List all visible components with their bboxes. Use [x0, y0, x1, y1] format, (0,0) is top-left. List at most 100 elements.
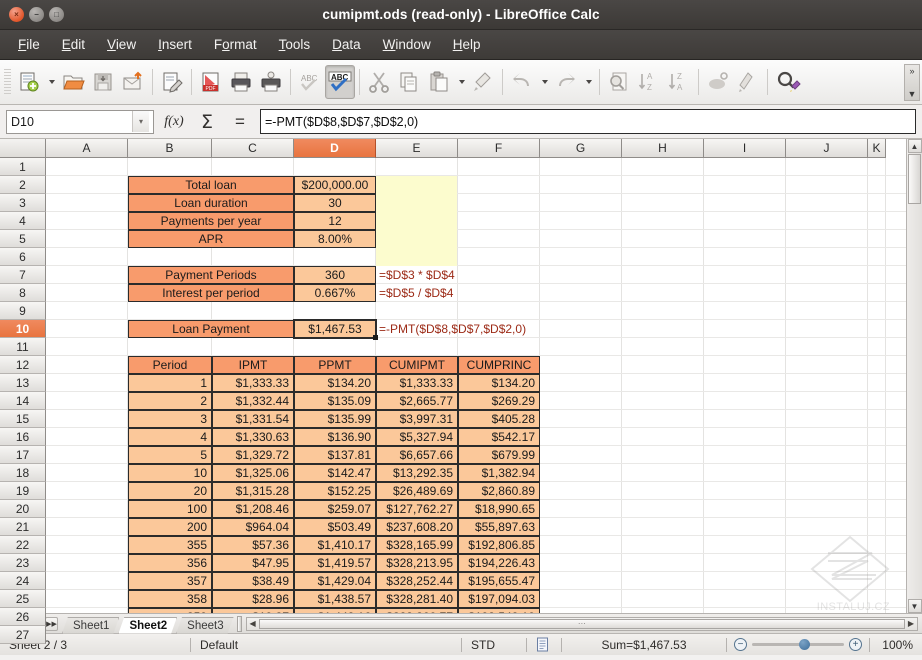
table-cell-r22-C[interactable]: $57.36 [212, 536, 294, 554]
row-header-11[interactable]: 11 [0, 338, 46, 356]
column-header-j[interactable]: J [786, 139, 868, 158]
cut-icon[interactable] [364, 65, 394, 99]
table-header-ppmt[interactable]: PPMT [294, 356, 376, 374]
cell-label-payment-0[interactable]: Loan Payment [128, 320, 294, 338]
table-cell-r13-F[interactable]: $134.20 [458, 374, 540, 392]
zoom-knob[interactable] [799, 639, 810, 650]
table-cell-r16-C[interactable]: $1,330.63 [212, 428, 294, 446]
cell-label-derived-0[interactable]: Payment Periods [128, 266, 294, 284]
table-cell-r19-B[interactable]: 20 [128, 482, 212, 500]
undo-dropdown[interactable] [537, 65, 551, 99]
table-cell-r19-D[interactable]: $152.25 [294, 482, 376, 500]
table-header-ipmt[interactable]: IPMT [212, 356, 294, 374]
horizontal-scrollbar[interactable]: ◀ ⋯ ▶ [245, 616, 918, 631]
table-cell-r26-E[interactable]: $328,300.77 [376, 608, 458, 613]
table-cell-r15-E[interactable]: $3,997.31 [376, 410, 458, 428]
table-cell-r20-D[interactable]: $259.07 [294, 500, 376, 518]
export-pdf-icon[interactable]: PDF [196, 65, 226, 99]
select-all-corner[interactable] [0, 139, 46, 158]
row-header-9[interactable]: 9 [0, 302, 46, 320]
sheet-tab-sheet1[interactable]: Sheet1 [62, 617, 119, 634]
table-cell-r22-E[interactable]: $328,165.99 [376, 536, 458, 554]
vertical-scroll-thumb[interactable] [908, 154, 921, 204]
table-cell-r21-D[interactable]: $503.49 [294, 518, 376, 536]
cell-label-param-0[interactable]: Total loan [128, 176, 294, 194]
maximize-button[interactable]: □ [49, 7, 64, 22]
table-cell-r21-C[interactable]: $964.04 [212, 518, 294, 536]
table-cell-r17-C[interactable]: $1,329.72 [212, 446, 294, 464]
formula-button[interactable]: = [227, 112, 253, 132]
row-header-12[interactable]: 12 [0, 356, 46, 374]
row-header-6[interactable]: 6 [0, 248, 46, 266]
table-cell-r23-C[interactable]: $47.95 [212, 554, 294, 572]
column-header-b[interactable]: B [128, 139, 212, 158]
autospellcheck-icon[interactable]: ABC [325, 65, 355, 99]
status-selection-mode[interactable]: STD [462, 634, 526, 655]
table-cell-r23-E[interactable]: $328,213.95 [376, 554, 458, 572]
zoom-icon[interactable] [772, 65, 806, 99]
row-header-18[interactable]: 18 [0, 464, 46, 482]
sheet-tab-sheet2[interactable]: Sheet2 [118, 617, 177, 634]
sheet-viewport[interactable]: ABCDEFGHIJK Total loan $200,000.00 Loan du… [46, 139, 906, 613]
menu-file[interactable]: File [8, 33, 50, 56]
table-cell-r13-E[interactable]: $1,333.33 [376, 374, 458, 392]
column-header-d[interactable]: D [294, 139, 376, 158]
scroll-up-button[interactable]: ▲ [907, 139, 922, 153]
name-box-dropdown-icon[interactable]: ▾ [132, 111, 149, 132]
table-cell-r14-C[interactable]: $1,332.44 [212, 392, 294, 410]
table-cell-r15-C[interactable]: $1,331.54 [212, 410, 294, 428]
table-cell-r25-D[interactable]: $1,438.57 [294, 590, 376, 608]
row-header-20[interactable]: 20 [0, 500, 46, 518]
menu-view[interactable]: View [97, 33, 146, 56]
cell-label-derived-1[interactable]: Interest per period [128, 284, 294, 302]
table-cell-r26-F[interactable]: $198,542.19 [458, 608, 540, 613]
table-cell-r17-E[interactable]: $6,657.66 [376, 446, 458, 464]
cell-label-param-2[interactable]: Payments per year [128, 212, 294, 230]
table-cell-r18-F[interactable]: $1,382.94 [458, 464, 540, 482]
row-header-22[interactable]: 22 [0, 536, 46, 554]
table-cell-r18-B[interactable]: 10 [128, 464, 212, 482]
table-cell-r13-C[interactable]: $1,333.33 [212, 374, 294, 392]
table-cell-r15-D[interactable]: $135.99 [294, 410, 376, 428]
table-cell-r17-F[interactable]: $679.99 [458, 446, 540, 464]
name-box[interactable]: D10 ▾ [6, 109, 154, 134]
table-cell-r18-C[interactable]: $1,325.06 [212, 464, 294, 482]
cell-value-param-2[interactable]: 12 [294, 212, 376, 230]
menu-insert[interactable]: Insert [148, 33, 202, 56]
row-header-1[interactable]: 1 [0, 158, 46, 176]
zoom-track[interactable] [752, 639, 844, 650]
row-header-23[interactable]: 23 [0, 554, 46, 572]
sheet-tab-sheet3[interactable]: Sheet3 [176, 617, 233, 634]
cell-value-param-0[interactable]: $200,000.00 [294, 176, 376, 194]
column-header-e[interactable]: E [376, 139, 458, 158]
table-cell-r15-F[interactable]: $405.28 [458, 410, 540, 428]
zoom-in-button[interactable]: + [849, 638, 862, 651]
row-header-16[interactable]: 16 [0, 428, 46, 446]
table-cell-r24-B[interactable]: 357 [128, 572, 212, 590]
table-cell-r16-F[interactable]: $542.17 [458, 428, 540, 446]
table-cell-r19-E[interactable]: $26,489.69 [376, 482, 458, 500]
sort-descending-icon[interactable]: Z A [664, 65, 694, 99]
redo-dropdown[interactable] [581, 65, 595, 99]
table-cell-r25-C[interactable]: $28.96 [212, 590, 294, 608]
column-header-i[interactable]: I [704, 139, 786, 158]
table-cell-r26-B[interactable]: 359 [128, 608, 212, 613]
horizontal-scroll-thumb[interactable]: ⋯ [258, 618, 905, 629]
copy-icon[interactable] [394, 65, 424, 99]
row-header-4[interactable]: 4 [0, 212, 46, 230]
table-cell-r24-E[interactable]: $328,252.44 [376, 572, 458, 590]
row-header-25[interactable]: 25 [0, 590, 46, 608]
menu-edit[interactable]: Edit [52, 33, 95, 56]
menu-window[interactable]: Window [373, 33, 441, 56]
row-header-17[interactable]: 17 [0, 446, 46, 464]
table-cell-r18-E[interactable]: $13,292.35 [376, 464, 458, 482]
new-document-dropdown[interactable] [44, 65, 58, 99]
row-header-24[interactable]: 24 [0, 572, 46, 590]
table-cell-r19-F[interactable]: $2,860.89 [458, 482, 540, 500]
table-cell-r20-E[interactable]: $127,762.27 [376, 500, 458, 518]
row-header-10[interactable]: 10 [0, 320, 46, 338]
table-cell-r26-C[interactable]: $19.37 [212, 608, 294, 613]
row-header-19[interactable]: 19 [0, 482, 46, 500]
table-cell-r18-D[interactable]: $142.47 [294, 464, 376, 482]
row-header-27[interactable]: 27 [0, 626, 46, 644]
